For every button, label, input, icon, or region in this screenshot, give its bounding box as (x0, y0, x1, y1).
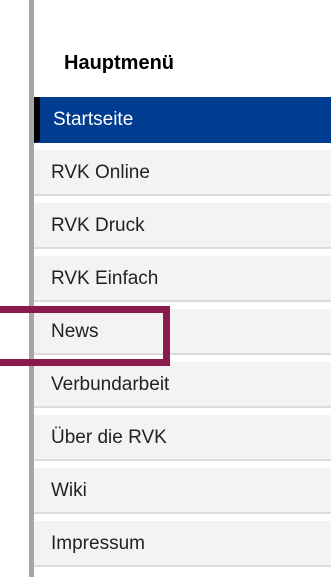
menu-item-verbundarbeit[interactable]: Verbundarbeit (34, 362, 331, 408)
menu-heading: Hauptmenü (64, 52, 174, 74)
menu-item-impressum[interactable]: Impressum (34, 521, 331, 567)
menu-item-rvk-online[interactable]: RVK Online (34, 150, 331, 196)
menu-item-rvk-einfach[interactable]: RVK Einfach (34, 256, 331, 302)
menu-item-rvk-druck[interactable]: RVK Druck (34, 203, 331, 249)
menu-item-news[interactable]: News (34, 309, 331, 355)
menu-item-wiki[interactable]: Wiki (34, 468, 331, 514)
menu-item-startseite[interactable]: Startseite (34, 97, 331, 143)
menu-list: Startseite RVK Online RVK Druck RVK Einf… (34, 97, 331, 574)
menu-item-ueber-die-rvk[interactable]: Über die RVK (34, 415, 331, 461)
